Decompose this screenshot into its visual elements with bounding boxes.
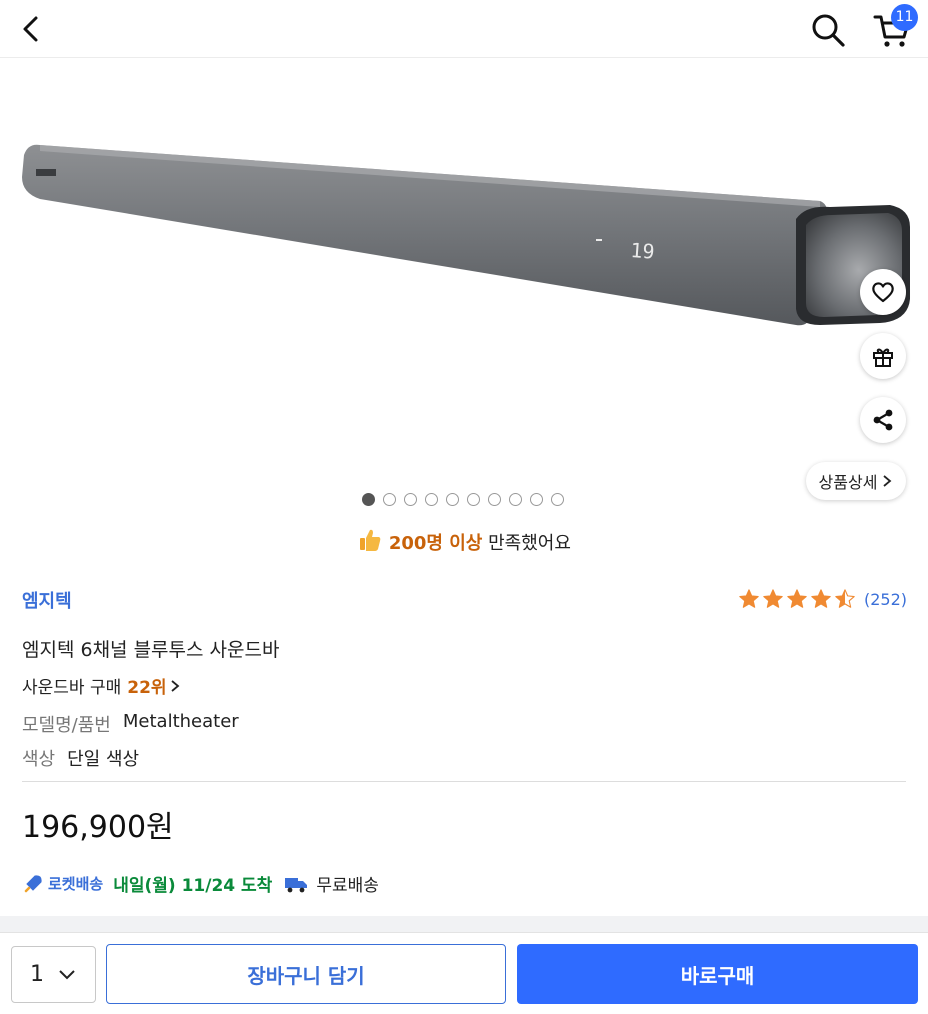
gallery-dot[interactable] <box>383 493 396 506</box>
rating-stars <box>738 588 856 610</box>
review-count: (252) <box>864 589 908 609</box>
section-separator <box>0 916 928 932</box>
truck-icon <box>285 877 308 892</box>
rank-label: 사운드바 구매 <box>22 678 122 698</box>
chevron-down-icon <box>59 969 75 979</box>
spec-row-color: 색상 단일 색상 <box>22 745 139 771</box>
quantity-select[interactable]: 1 <box>11 946 96 1003</box>
gallery-dot[interactable] <box>509 493 522 506</box>
buy-now-button[interactable]: 바로구매 <box>517 944 918 1004</box>
product-detail-button[interactable]: 상품상세 <box>806 462 906 500</box>
search-icon <box>812 14 845 47</box>
svg-text:19: 19 <box>630 238 656 264</box>
gallery-dot[interactable] <box>425 493 438 506</box>
star-icon <box>835 589 855 608</box>
product-title: 엠지텍 6채널 블루투스 사운드바 <box>22 639 280 661</box>
product-gallery[interactable]: 19 <box>0 59 928 524</box>
back-button[interactable] <box>16 13 48 45</box>
divider <box>22 781 906 782</box>
product-detail-label: 상품상세 <box>818 473 878 492</box>
chevron-left-icon <box>23 16 38 42</box>
star-icon <box>739 589 759 608</box>
delivery-info: 로켓배송 내일(월) 11/24 도착 무료배송 <box>22 871 379 896</box>
spec-row-model: 모델명/품번 Metaltheater <box>22 711 239 737</box>
gallery-dot[interactable] <box>446 493 459 506</box>
chevron-right-icon <box>170 679 179 692</box>
share-icon <box>873 409 893 431</box>
wishlist-button[interactable] <box>860 269 906 315</box>
spec-key: 색상 <box>22 749 56 770</box>
cart-count-badge: 11 <box>891 4 918 31</box>
heart-icon <box>872 282 894 303</box>
product-image: 19 <box>22 144 910 326</box>
rating-summary[interactable]: (252) <box>738 588 907 610</box>
gallery-dot[interactable] <box>530 493 543 506</box>
search-button[interactable] <box>810 12 846 48</box>
gallery-dot[interactable] <box>362 493 375 506</box>
rank-value: 22위 <box>127 678 167 698</box>
star-icon <box>811 589 831 608</box>
price: 196,900원 <box>22 810 174 845</box>
rocket-delivery-label: 로켓배송 <box>48 875 104 893</box>
gift-icon <box>873 348 893 367</box>
gift-button[interactable] <box>860 333 906 379</box>
top-header: 11 <box>0 0 928 58</box>
brand-link[interactable]: 엠지텍 <box>22 587 72 613</box>
satisfaction-text: 만족했어요 <box>482 533 571 554</box>
share-button[interactable] <box>860 397 906 443</box>
category-rank-link[interactable]: 사운드바 구매 22위 <box>22 673 181 698</box>
gallery-dot[interactable] <box>467 493 480 506</box>
star-icon <box>763 589 783 608</box>
spec-value: Metaltheater <box>122 711 239 732</box>
delivery-date: 내일(월) 11/24 도착 <box>113 876 273 896</box>
satisfaction-count: 200명 이상 <box>388 533 483 554</box>
quantity-value: 1 <box>30 962 44 987</box>
satisfaction-banner: 200명 이상 만족했어요 <box>0 527 928 555</box>
chevron-right-icon <box>883 475 892 487</box>
spec-value: 단일 색상 <box>67 749 140 770</box>
thumbs-up-icon <box>360 529 381 551</box>
gallery-dot[interactable] <box>551 493 564 506</box>
bottom-action-bar: 1 장바구니 담기 바로구매 <box>0 932 928 1014</box>
gallery-dot[interactable] <box>488 493 501 506</box>
free-shipping-label: 무료배송 <box>316 876 379 896</box>
spec-key: 모델명/품번 <box>22 715 111 736</box>
star-icon <box>787 589 807 608</box>
add-to-cart-button[interactable]: 장바구니 담기 <box>106 944 506 1004</box>
rocket-icon <box>24 874 42 892</box>
gallery-dot[interactable] <box>404 493 417 506</box>
gallery-pagination <box>362 493 564 507</box>
